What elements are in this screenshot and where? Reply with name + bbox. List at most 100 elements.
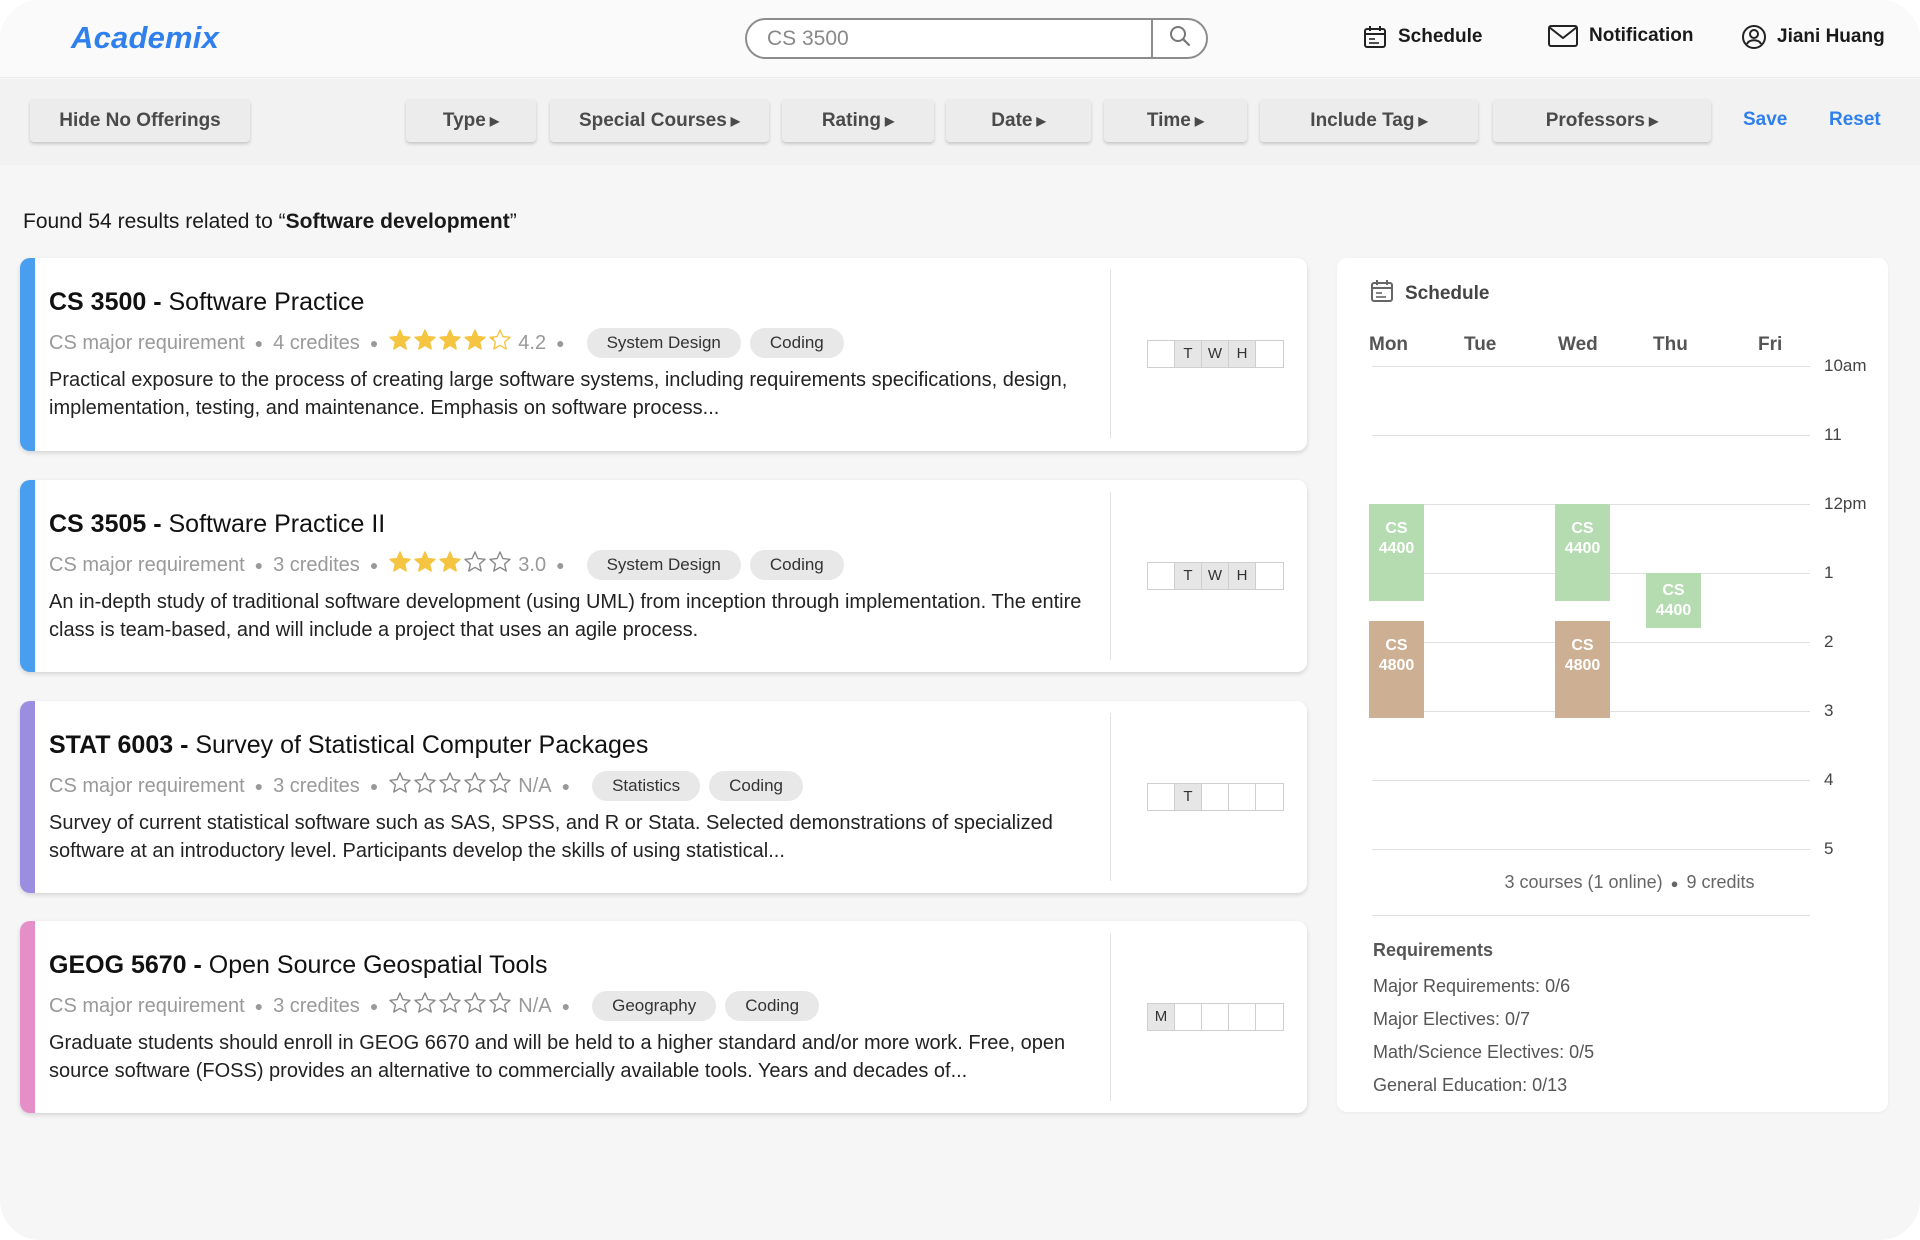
star-icon bbox=[388, 771, 412, 801]
tag-list: System Design Coding bbox=[586, 550, 853, 580]
course-description: Practical exposure to the process of cre… bbox=[49, 369, 1068, 419]
requirement-item: Major Electives: 0/7 bbox=[1373, 1009, 1531, 1029]
tag-chip[interactable]: Geography bbox=[592, 991, 717, 1021]
app-window: Academix Schedule Notification bbox=[0, 0, 1920, 1240]
course-card[interactable]: CS 3505 - Software Practice II CS major r… bbox=[20, 480, 1307, 672]
filter-rating-button[interactable]: Rating ▶ bbox=[782, 99, 934, 142]
header-notification-link[interactable]: Notification bbox=[1547, 24, 1694, 48]
tag-chip[interactable]: Statistics bbox=[592, 771, 701, 801]
tag-chip[interactable]: Coding bbox=[709, 771, 803, 801]
tag-chip[interactable]: System Design bbox=[586, 550, 741, 580]
rating-value: N/A bbox=[518, 774, 552, 797]
rating-stars bbox=[388, 550, 512, 580]
schedule-day-header: Fri bbox=[1758, 334, 1783, 355]
header-schedule-link[interactable]: Schedule bbox=[1362, 24, 1482, 50]
day-cell: H bbox=[1229, 563, 1256, 589]
save-button[interactable]: Save bbox=[1743, 109, 1787, 131]
schedule-course-block[interactable]: CS 4400 bbox=[1555, 504, 1610, 601]
schedule-panel-header: Schedule bbox=[1369, 278, 1489, 310]
caret-right-icon: ▶ bbox=[1194, 113, 1205, 128]
course-title[interactable]: CS 3505 - Software Practice II bbox=[49, 510, 385, 539]
block-dept: CS bbox=[1662, 582, 1685, 599]
star-icon bbox=[463, 550, 487, 580]
block-number: 4400 bbox=[1378, 540, 1415, 557]
block-number: 4400 bbox=[1655, 602, 1692, 619]
course-credits: 3 credites bbox=[273, 994, 360, 1017]
course-credits: 3 credites bbox=[273, 553, 360, 576]
course-requirement: CS major requirement bbox=[49, 553, 245, 576]
course-title[interactable]: STAT 6003 - Survey of Statistical Comput… bbox=[49, 731, 648, 760]
day-cell bbox=[1229, 1004, 1256, 1030]
user-icon bbox=[1741, 24, 1767, 50]
filter-professors-button[interactable]: Professors ▶ bbox=[1493, 99, 1711, 142]
course-title[interactable]: CS 3500 - Software Practice bbox=[49, 288, 364, 317]
rating-stars bbox=[388, 328, 512, 358]
star-icon bbox=[413, 328, 437, 358]
day-cell: W bbox=[1202, 341, 1229, 367]
filter-type-button[interactable]: Type ▶ bbox=[406, 99, 536, 142]
app-logo[interactable]: Academix bbox=[71, 20, 219, 56]
schedule-divider bbox=[1372, 915, 1810, 916]
course-name: Open Source Geospatial Tools bbox=[201, 951, 548, 979]
course-title[interactable]: GEOG 5670 - Open Source Geospatial Tools bbox=[49, 951, 547, 980]
schedule-panel-title: Schedule bbox=[1405, 283, 1490, 304]
day-cell: T bbox=[1175, 341, 1202, 367]
filter-include-tag-button[interactable]: Include Tag ▶ bbox=[1260, 99, 1478, 142]
header-schedule-label: Schedule bbox=[1398, 26, 1483, 47]
rating-stars bbox=[388, 771, 512, 801]
results-query: Software development bbox=[285, 210, 510, 233]
header-user-menu[interactable]: Jiani Huang bbox=[1741, 24, 1885, 50]
caret-right-icon: ▶ bbox=[730, 113, 741, 128]
separator-dot: ● bbox=[254, 335, 264, 351]
schedule-time-label: 12pm bbox=[1824, 494, 1867, 513]
card-accent-bar bbox=[20, 258, 35, 451]
caret-right-icon: ▶ bbox=[1036, 113, 1046, 128]
header-notification-label: Notification bbox=[1589, 25, 1694, 46]
rating-value: 4.2 bbox=[518, 331, 547, 354]
schedule-time-label: 2 bbox=[1824, 632, 1834, 651]
schedule-hour-line bbox=[1372, 849, 1810, 850]
course-card[interactable]: CS 3500 - Software Practice CS major requ… bbox=[20, 258, 1307, 451]
tag-chip[interactable]: Coding bbox=[749, 328, 844, 358]
search-button[interactable] bbox=[1151, 20, 1206, 57]
schedule-day-header: Mon bbox=[1369, 334, 1409, 355]
tag-list: Statistics Coding bbox=[592, 771, 812, 801]
separator-dot: ● bbox=[561, 998, 571, 1014]
star-icon bbox=[488, 550, 512, 580]
schedule-hour-line bbox=[1372, 366, 1810, 367]
day-cell bbox=[1148, 784, 1175, 810]
tag-chip[interactable]: System Design bbox=[586, 328, 741, 358]
requirement-item: Major Requirements: 0/6 bbox=[1373, 976, 1571, 996]
course-card[interactable]: STAT 6003 - Survey of Statistical Comput… bbox=[20, 701, 1307, 893]
schedule-course-block[interactable]: CS 4400 bbox=[1369, 504, 1424, 601]
filter-time-button[interactable]: Time ▶ bbox=[1104, 99, 1247, 142]
tag-chip[interactable]: Coding bbox=[749, 550, 844, 580]
separator-dot: ● bbox=[556, 557, 565, 573]
filter-date-button[interactable]: Date ▶ bbox=[946, 99, 1091, 142]
schedule-course-block[interactable]: CS 4400 bbox=[1646, 573, 1701, 629]
schedule-course-block[interactable]: CS 4800 bbox=[1555, 621, 1610, 718]
requirement-item: General Education: 0/13 bbox=[1373, 1075, 1568, 1095]
day-cell: W bbox=[1202, 563, 1229, 589]
caret-right-icon: ▶ bbox=[1649, 113, 1659, 128]
calendar-icon bbox=[1369, 278, 1395, 310]
course-card[interactable]: GEOG 5670 - Open Source Geospatial Tools… bbox=[20, 921, 1307, 1113]
tag-chip[interactable]: Coding bbox=[725, 991, 820, 1021]
schedule-course-block[interactable]: CS 4800 bbox=[1369, 621, 1424, 718]
filter-special-courses-button[interactable]: Special Courses ▶ bbox=[550, 99, 769, 142]
rating-stars bbox=[388, 991, 512, 1021]
user-name: Jiani Huang bbox=[1777, 26, 1885, 47]
card-accent-bar bbox=[20, 480, 35, 672]
separator-dot: ● bbox=[254, 998, 264, 1014]
day-cell bbox=[1229, 784, 1256, 810]
course-meta: CS major requirement ● 3 credites ● 3.0 ● Syst… bbox=[49, 550, 853, 580]
reset-button[interactable]: Reset bbox=[1829, 109, 1881, 131]
search-input[interactable] bbox=[747, 20, 1151, 57]
day-cell: M bbox=[1148, 1004, 1175, 1030]
block-dept: CS bbox=[1571, 520, 1594, 537]
course-requirement: CS major requirement bbox=[49, 994, 245, 1017]
course-requirement: CS major requirement bbox=[49, 331, 245, 354]
hide-no-offerings-button[interactable]: Hide No Offerings bbox=[30, 99, 250, 142]
card-divider bbox=[1110, 933, 1111, 1101]
day-cell: T bbox=[1175, 563, 1202, 589]
